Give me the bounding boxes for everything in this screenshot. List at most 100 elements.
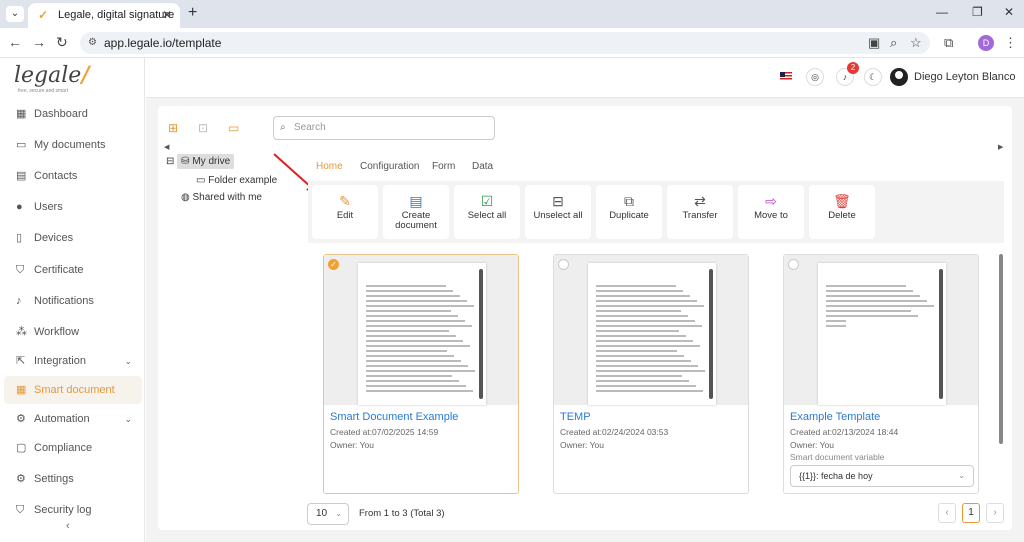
restore-icon[interactable]: ❐ — [972, 5, 983, 19]
page-size-select[interactable]: 10 ⌄ — [307, 503, 349, 525]
select-all-button[interactable]: ☑ Select all — [454, 185, 520, 239]
variable-select[interactable]: {{1}}: fecha de hoy ⌄ — [790, 465, 974, 487]
install-app-icon[interactable]: ▣ — [868, 35, 880, 51]
chat-icon: ▢ — [16, 442, 27, 454]
legale-logo: legale/ — [14, 62, 89, 88]
create-document-button[interactable]: ▤ Create document — [383, 185, 449, 239]
browser-tab[interactable]: ✓ Legale, digital signature ✕ — [28, 3, 180, 28]
collapse-sidebar-icon[interactable]: ‹ — [66, 520, 70, 532]
us-flag-icon[interactable] — [780, 72, 792, 81]
theme-toggle-icon[interactable]: ☾ — [864, 68, 882, 86]
tab-search-icon[interactable]: ⌄ — [6, 6, 24, 22]
transfer-button[interactable]: ⇄ Transfer — [667, 185, 733, 239]
tree-my-drive[interactable]: ⊟ ⛁ My drive — [166, 154, 235, 169]
copy-icon: ⧉ — [624, 193, 634, 209]
chevron-down-icon[interactable]: ⌄ — [124, 347, 132, 375]
card-checkbox[interactable] — [558, 259, 569, 270]
device-icon: ▯ — [16, 232, 23, 244]
action-label: Select all — [467, 210, 507, 221]
card-owner: Owner: You — [330, 440, 374, 450]
profile-avatar[interactable]: D — [978, 35, 994, 51]
card-owner: Owner: You — [790, 440, 834, 450]
scroll-left-icon[interactable]: ◀ — [164, 143, 169, 151]
close-window-icon[interactable]: ✕ — [1004, 5, 1014, 19]
next-page-button[interactable]: › — [986, 503, 1004, 523]
sidebar-item-my-documents[interactable]: ▭ My documents — [4, 131, 142, 159]
sidebar-item-automation[interactable]: ⚙ Automation ⌄ — [4, 405, 142, 433]
delete-button[interactable]: 🗑 Delete — [809, 185, 875, 239]
document-page — [818, 263, 946, 405]
sidebar-item-workflow[interactable]: ⁂ Workflow — [4, 318, 142, 346]
sidebar-item-label: Dashboard — [34, 108, 88, 120]
sidebar-item-certificate[interactable]: ⛉ Certificate — [4, 256, 142, 284]
sidebar-item-smart-document[interactable]: ▦ Smart document — [4, 376, 142, 404]
add-folder-icon[interactable]: ⊞ — [168, 121, 178, 135]
url-field[interactable]: ⚙ app.legale.io/template — [80, 32, 930, 54]
shield-icon: ⛉ — [16, 504, 25, 516]
card-created: Created at:02/24/2024 03:53 — [560, 427, 669, 437]
forward-icon[interactable]: → — [32, 34, 46, 50]
move-to-button[interactable]: ⇨ Move to — [738, 185, 804, 239]
page-size-value: 10 — [316, 508, 328, 519]
action-label: Delete — [828, 210, 856, 221]
brand-name: legale — [14, 63, 82, 88]
chevron-down-icon[interactable]: ⌄ — [124, 405, 132, 433]
user-name[interactable]: Diego Leyton Blanco — [914, 71, 1016, 83]
sidebar-item-integration[interactable]: ⇱ Integration ⌄ — [4, 347, 142, 375]
site-info-icon[interactable]: ⚙ — [88, 32, 97, 54]
sidebar-item-contacts[interactable]: ▤ Contacts — [4, 162, 142, 190]
tab-home[interactable]: Home — [316, 161, 343, 172]
user-avatar[interactable] — [890, 68, 908, 86]
tree-shared-with-me[interactable]: ◍ Shared with me — [181, 192, 262, 203]
browser-tab-bar: ⌄ ✓ Legale, digital signature ✕ + — ❐ ✕ — [0, 0, 1024, 28]
tab-form[interactable]: Form — [432, 161, 455, 172]
upload-folder-icon[interactable]: ⊡ — [198, 121, 208, 135]
minimize-icon[interactable]: — — [936, 5, 948, 19]
card-title[interactable]: TEMP — [560, 411, 591, 423]
close-tab-icon[interactable]: ✕ — [162, 3, 172, 27]
sidebar-item-label: Security log — [34, 504, 92, 516]
folder-icon[interactable]: ▭ — [228, 121, 239, 135]
unselect-all-button[interactable]: ⊟ Unselect all — [525, 185, 591, 239]
card-checkbox[interactable]: ✓ — [328, 259, 339, 270]
sidebar-item-dashboard[interactable]: ▦ Dashboard — [4, 100, 142, 128]
new-tab-icon[interactable]: + — [188, 4, 197, 22]
collapse-node-icon[interactable]: ⊟ — [166, 156, 174, 167]
tab-configuration[interactable]: Configuration — [360, 161, 419, 172]
sidebar-item-compliance[interactable]: ▢ Compliance — [4, 434, 142, 462]
cards-scrollbar[interactable] — [999, 254, 1003, 444]
tab-title: Legale, digital signature — [58, 9, 175, 21]
back-icon[interactable]: ← — [8, 34, 22, 50]
current-page-button[interactable]: 1 — [962, 503, 980, 523]
gear-icon: ⚙ — [16, 413, 26, 425]
action-label: Create document — [395, 210, 437, 231]
sidebar-item-notifications[interactable]: ♪ Notifications — [4, 287, 142, 315]
card-title[interactable]: Smart Document Example — [330, 411, 458, 423]
search-input[interactable]: ⌕ Search — [273, 116, 495, 140]
tree-folder-example[interactable]: ▭ Folder example — [196, 175, 277, 186]
sidebar-item-devices[interactable]: ▯ Devices — [4, 224, 142, 252]
card-checkbox[interactable] — [788, 259, 799, 270]
template-card[interactable]: ✓ Smart Document Example Created at:07/0… — [323, 254, 519, 494]
sidebar-item-label: Devices — [34, 232, 74, 244]
prev-page-button[interactable]: ‹ — [938, 503, 956, 523]
zoom-icon[interactable]: ⌕ — [890, 35, 897, 51]
template-card[interactable]: TEMP Created at:02/24/2024 03:53 Owner: … — [553, 254, 749, 494]
edit-button[interactable]: ✎ Edit — [312, 185, 378, 239]
duplicate-button[interactable]: ⧉ Duplicate — [596, 185, 662, 239]
address-bar: ← → ↻ ⚙ app.legale.io/template ▣ ⌕ ☆ ⧉ ⋮ — [0, 28, 1024, 58]
sidebar-item-security-log[interactable]: ⛉ Security log — [4, 496, 142, 524]
action-label: Duplicate — [609, 210, 649, 221]
template-card[interactable]: Example Template Created at:02/13/2024 1… — [783, 254, 979, 494]
reload-icon[interactable]: ↻ — [56, 34, 68, 51]
bookmark-star-icon[interactable]: ☆ — [910, 35, 922, 51]
sidebar-item-users[interactable]: ● Users — [4, 193, 142, 221]
sidebar-item-settings[interactable]: ⚙ Settings — [4, 465, 142, 493]
support-icon[interactable]: ◎ — [806, 68, 824, 86]
browser-menu-icon[interactable]: ⋮ — [1004, 35, 1017, 51]
card-title[interactable]: Example Template — [790, 411, 880, 423]
scroll-right-icon[interactable]: ▶ — [998, 143, 1003, 151]
extensions-icon[interactable]: ⧉ — [944, 35, 953, 51]
tab-data[interactable]: Data — [472, 161, 493, 172]
sidebar-item-label: Smart document — [34, 384, 115, 396]
